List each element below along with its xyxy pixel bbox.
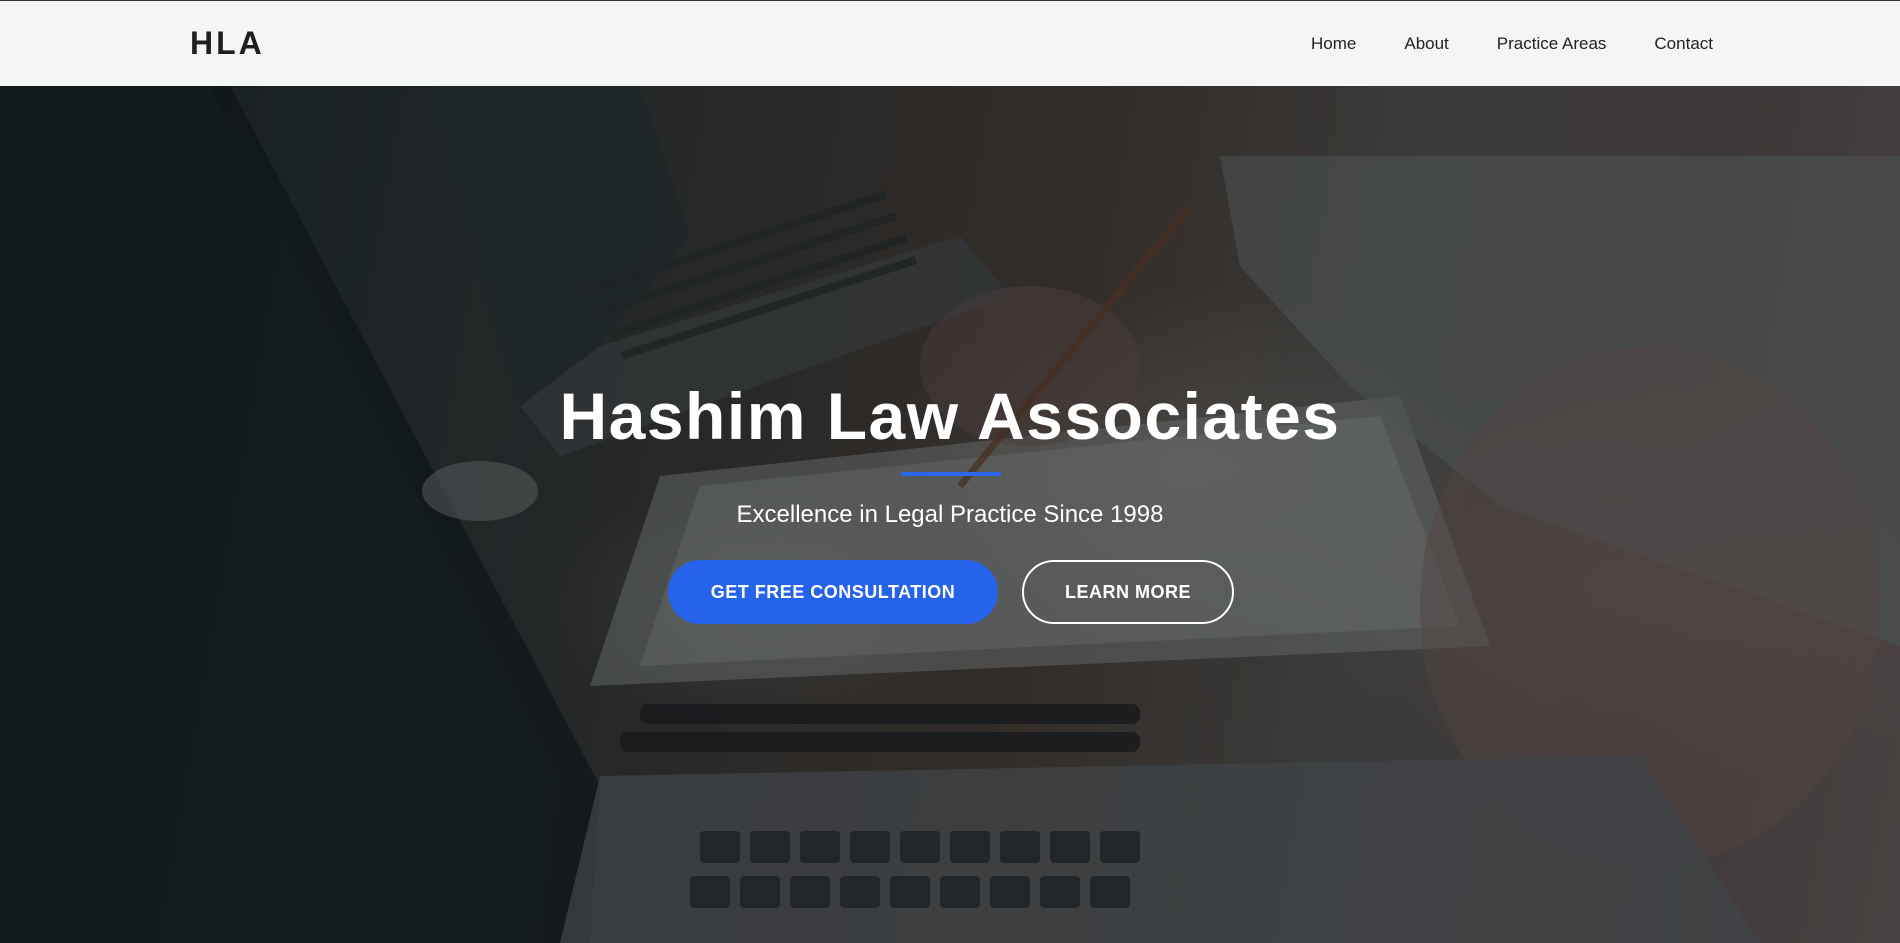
main-nav: Home About Practice Areas Contact — [1311, 34, 1713, 54]
nav-link-home[interactable]: Home — [1311, 34, 1356, 54]
site-header: HLA Home About Practice Areas Contact — [0, 0, 1900, 86]
hero-section: Hashim Law Associates Excellence in Lega… — [0, 86, 1900, 943]
nav-link-contact[interactable]: Contact — [1654, 34, 1713, 54]
nav-link-practice-areas[interactable]: Practice Areas — [1497, 34, 1607, 54]
title-divider — [901, 472, 1001, 476]
hero-subtitle: Excellence in Legal Practice Since 1998 — [736, 501, 1164, 528]
hero-title: Hashim Law Associates — [559, 379, 1341, 453]
free-consultation-button[interactable]: GET FREE CONSULTATION — [668, 560, 998, 624]
learn-more-button[interactable]: LEARN MORE — [1022, 560, 1234, 624]
brand-logo[interactable]: HLA — [190, 25, 265, 62]
nav-link-about[interactable]: About — [1404, 34, 1448, 54]
hero-content: Hashim Law Associates Excellence in Lega… — [0, 86, 1900, 943]
